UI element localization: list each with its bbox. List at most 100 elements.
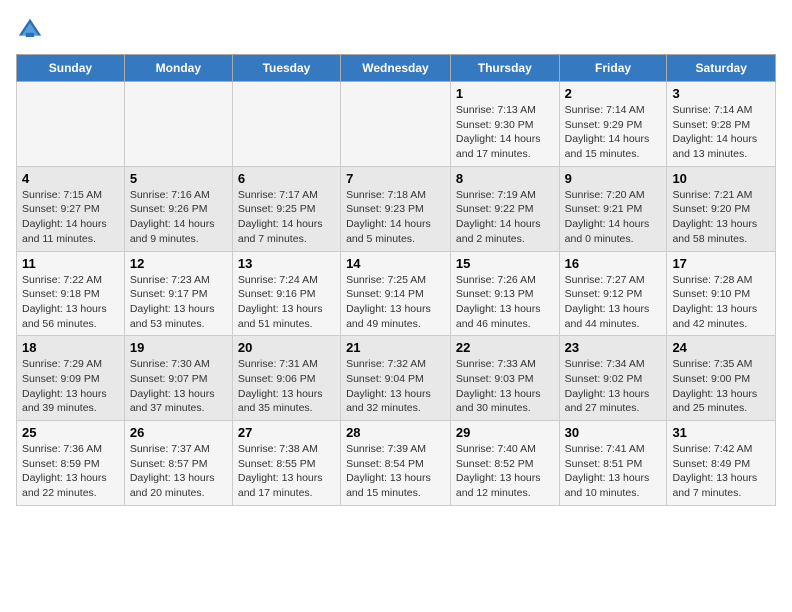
calendar-cell: 2Sunrise: 7:14 AM Sunset: 9:29 PM Daylig… [559,82,667,167]
cell-day-number: 25 [22,425,119,440]
cell-day-info: Sunrise: 7:18 AM Sunset: 9:23 PM Dayligh… [346,188,445,247]
cell-day-info: Sunrise: 7:14 AM Sunset: 9:28 PM Dayligh… [672,103,770,162]
calendar-cell [232,82,340,167]
cell-day-info: Sunrise: 7:37 AM Sunset: 8:57 PM Dayligh… [130,442,227,501]
cell-day-number: 13 [238,256,335,271]
calendar-cell: 18 Sunrise: 7:29 AM Sunset: 9:09 PM Dayli… [17,336,125,421]
weekday-header-friday: Friday [559,55,667,82]
calendar-cell: 24Sunrise: 7:35 AM Sunset: 9:00 PM Dayli… [667,336,776,421]
cell-day-info: Sunrise: 7:40 AM Sunset: 8:52 PM Dayligh… [456,442,554,501]
cell-day-number: 5 [130,171,227,186]
cell-day-number: 29 [456,425,554,440]
cell-day-info: Sunrise: 7:23 AM Sunset: 9:17 PM Dayligh… [130,273,227,332]
cell-day-number: 7 [346,171,445,186]
calendar-cell: 19Sunrise: 7:30 AM Sunset: 9:07 PM Dayli… [124,336,232,421]
calendar-cell: 6 Sunrise: 7:17 AM Sunset: 9:25 PM Daylig… [232,166,340,251]
calendar-cell: 5 Sunrise: 7:16 AM Sunset: 9:26 PM Daylig… [124,166,232,251]
cell-day-number: 11 [22,256,119,271]
cell-day-number: 28 [346,425,445,440]
calendar-cell: 21 Sunrise: 7:32 AM Sunset: 9:04 PM Dayli… [341,336,451,421]
weekday-header-row: SundayMondayTuesdayWednesdayThursdayFrid… [17,55,776,82]
cell-day-info: Sunrise: 7:25 AM Sunset: 9:14 PM Dayligh… [346,273,445,332]
cell-day-info: Sunrise: 7:15 AM Sunset: 9:27 PM Dayligh… [22,188,119,247]
cell-day-number: 10 [672,171,770,186]
weekday-header-sunday: Sunday [17,55,125,82]
cell-day-info: Sunrise: 7:22 AM Sunset: 9:18 PM Dayligh… [22,273,119,332]
cell-day-info: Sunrise: 7:35 AM Sunset: 9:00 PM Dayligh… [672,357,770,416]
calendar-cell: 23Sunrise: 7:34 AM Sunset: 9:02 PM Dayli… [559,336,667,421]
cell-day-info: Sunrise: 7:41 AM Sunset: 8:51 PM Dayligh… [565,442,662,501]
calendar-cell: 8 Sunrise: 7:19 AM Sunset: 9:22 PM Daylig… [450,166,559,251]
weekday-header-saturday: Saturday [667,55,776,82]
calendar-cell: 22Sunrise: 7:33 AM Sunset: 9:03 PM Dayli… [450,336,559,421]
calendar-cell: 29 Sunrise: 7:40 AM Sunset: 8:52 PM Dayli… [450,421,559,506]
calendar-cell: 14 Sunrise: 7:25 AM Sunset: 9:14 PM Dayli… [341,251,451,336]
calendar-cell: 7 Sunrise: 7:18 AM Sunset: 9:23 PM Daylig… [341,166,451,251]
calendar-cell: 15 Sunrise: 7:26 AM Sunset: 9:13 PM Dayli… [450,251,559,336]
cell-day-info: Sunrise: 7:13 AM Sunset: 9:30 PM Dayligh… [456,103,554,162]
cell-day-info: Sunrise: 7:28 AM Sunset: 9:10 PM Dayligh… [672,273,770,332]
cell-day-number: 2 [565,86,662,101]
cell-day-number: 15 [456,256,554,271]
calendar-week-4: 18 Sunrise: 7:29 AM Sunset: 9:09 PM Dayli… [17,336,776,421]
calendar-week-1: 1 Sunrise: 7:13 AM Sunset: 9:30 PM Daylig… [17,82,776,167]
cell-day-number: 18 [22,340,119,355]
weekday-header-monday: Monday [124,55,232,82]
cell-day-number: 30 [565,425,662,440]
cell-day-number: 6 [238,171,335,186]
cell-day-info: Sunrise: 7:24 AM Sunset: 9:16 PM Dayligh… [238,273,335,332]
cell-day-info: Sunrise: 7:34 AM Sunset: 9:02 PM Dayligh… [565,357,662,416]
cell-day-info: Sunrise: 7:31 AM Sunset: 9:06 PM Dayligh… [238,357,335,416]
calendar-week-2: 4 Sunrise: 7:15 AM Sunset: 9:27 PM Daylig… [17,166,776,251]
calendar-cell: 16 Sunrise: 7:27 AM Sunset: 9:12 PM Dayli… [559,251,667,336]
calendar-cell: 3 Sunrise: 7:14 AM Sunset: 9:28 PM Daylig… [667,82,776,167]
weekday-header-tuesday: Tuesday [232,55,340,82]
calendar-cell: 1 Sunrise: 7:13 AM Sunset: 9:30 PM Daylig… [450,82,559,167]
cell-day-info: Sunrise: 7:33 AM Sunset: 9:03 PM Dayligh… [456,357,554,416]
cell-day-number: 17 [672,256,770,271]
calendar-cell: 27Sunrise: 7:38 AM Sunset: 8:55 PM Dayli… [232,421,340,506]
calendar-week-5: 25 Sunrise: 7:36 AM Sunset: 8:59 PM Dayli… [17,421,776,506]
cell-day-number: 3 [672,86,770,101]
calendar-cell: 12Sunrise: 7:23 AM Sunset: 9:17 PM Dayli… [124,251,232,336]
calendar-cell: 31 Sunrise: 7:42 AM Sunset: 8:49 PM Dayli… [667,421,776,506]
calendar-cell: 13 Sunrise: 7:24 AM Sunset: 9:16 PM Dayli… [232,251,340,336]
cell-day-info: Sunrise: 7:42 AM Sunset: 8:49 PM Dayligh… [672,442,770,501]
cell-day-number: 20 [238,340,335,355]
calendar-cell [124,82,232,167]
cell-day-number: 26 [130,425,227,440]
cell-day-number: 9 [565,171,662,186]
cell-day-info: Sunrise: 7:20 AM Sunset: 9:21 PM Dayligh… [565,188,662,247]
cell-day-number: 21 [346,340,445,355]
cell-day-info: Sunrise: 7:26 AM Sunset: 9:13 PM Dayligh… [456,273,554,332]
calendar-week-3: 11 Sunrise: 7:22 AM Sunset: 9:18 PM Dayli… [17,251,776,336]
cell-day-info: Sunrise: 7:39 AM Sunset: 8:54 PM Dayligh… [346,442,445,501]
cell-day-info: Sunrise: 7:19 AM Sunset: 9:22 PM Dayligh… [456,188,554,247]
calendar-cell [341,82,451,167]
calendar-cell: 26 Sunrise: 7:37 AM Sunset: 8:57 PM Dayli… [124,421,232,506]
calendar-cell: 10Sunrise: 7:21 AM Sunset: 9:20 PM Dayli… [667,166,776,251]
cell-day-info: Sunrise: 7:32 AM Sunset: 9:04 PM Dayligh… [346,357,445,416]
cell-day-info: Sunrise: 7:16 AM Sunset: 9:26 PM Dayligh… [130,188,227,247]
cell-day-info: Sunrise: 7:30 AM Sunset: 9:07 PM Dayligh… [130,357,227,416]
calendar-cell: 9 Sunrise: 7:20 AM Sunset: 9:21 PM Daylig… [559,166,667,251]
calendar-cell: 25 Sunrise: 7:36 AM Sunset: 8:59 PM Dayli… [17,421,125,506]
calendar-cell: 28 Sunrise: 7:39 AM Sunset: 8:54 PM Dayli… [341,421,451,506]
cell-day-info: Sunrise: 7:17 AM Sunset: 9:25 PM Dayligh… [238,188,335,247]
header [16,16,776,44]
cell-day-number: 8 [456,171,554,186]
cell-day-number: 16 [565,256,662,271]
cell-day-info: Sunrise: 7:36 AM Sunset: 8:59 PM Dayligh… [22,442,119,501]
calendar-cell: 17 Sunrise: 7:28 AM Sunset: 9:10 PM Dayli… [667,251,776,336]
calendar-cell [17,82,125,167]
weekday-header-thursday: Thursday [450,55,559,82]
cell-day-number: 4 [22,171,119,186]
cell-day-info: Sunrise: 7:38 AM Sunset: 8:55 PM Dayligh… [238,442,335,501]
cell-day-info: Sunrise: 7:29 AM Sunset: 9:09 PM Dayligh… [22,357,119,416]
cell-day-info: Sunrise: 7:27 AM Sunset: 9:12 PM Dayligh… [565,273,662,332]
cell-day-number: 14 [346,256,445,271]
calendar-cell: 30 Sunrise: 7:41 AM Sunset: 8:51 PM Dayli… [559,421,667,506]
cell-day-number: 1 [456,86,554,101]
calendar-cell: 11 Sunrise: 7:22 AM Sunset: 9:18 PM Dayli… [17,251,125,336]
cell-day-number: 31 [672,425,770,440]
